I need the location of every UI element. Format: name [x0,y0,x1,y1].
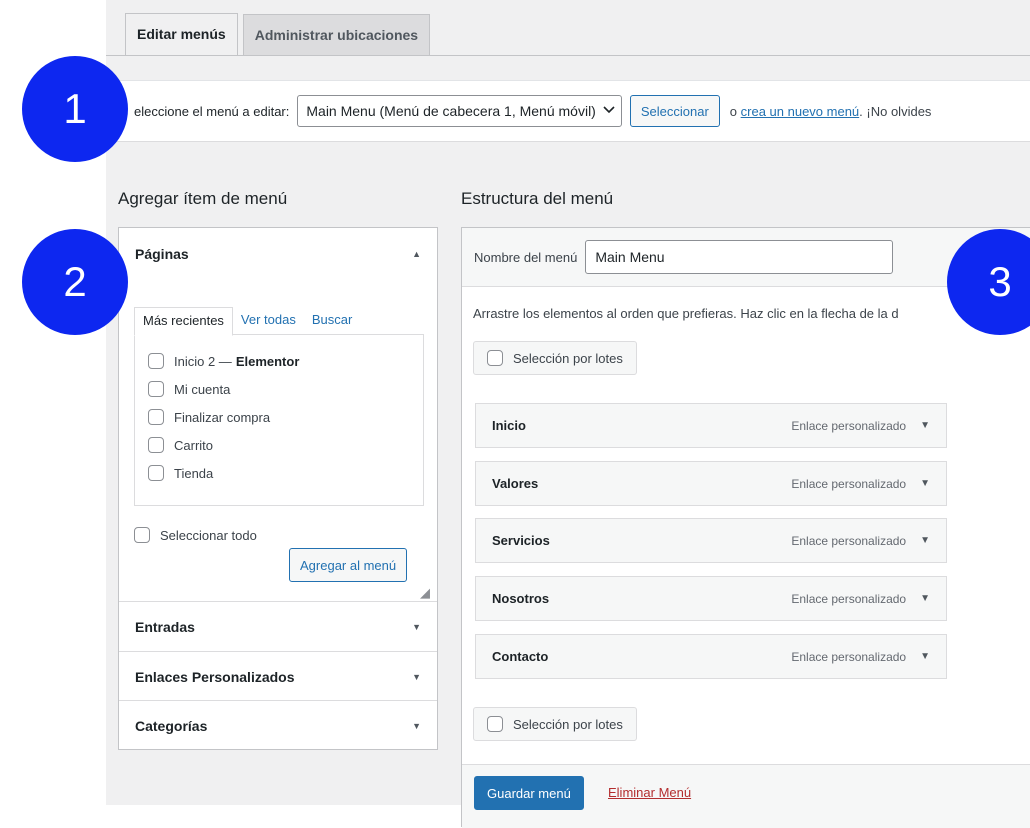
bulk-select-label: Selección por lotes [513,350,623,366]
menu-select-value: Main Menu (Menú de cabecera 1, Menú móvi… [306,103,596,119]
chevron-down-icon [603,105,615,117]
menu-item-title: Valores [492,476,539,491]
expand-arrow-icon[interactable]: ▼ [920,478,930,489]
arrow-down-icon: ▼ [412,671,421,682]
pages-subtabs: Más recientes Ver todas Buscar [134,307,360,336]
accordion-categories-title: Categorías [135,717,208,734]
menu-item-type: Enlace personalizado [791,591,907,606]
select-all-checkbox[interactable] [134,527,150,543]
tab-edit-menus[interactable]: Editar menús [125,13,238,56]
page-label: Mi cuenta [174,381,231,397]
tab-manage-locations[interactable]: Administrar ubicaciones [242,14,431,56]
page-checkbox[interactable] [148,353,164,369]
page-label: Carrito [174,437,214,453]
list-item[interactable]: Carrito [148,431,423,459]
create-menu-text: o crea un nuevo menú. ¡No olvides [730,104,932,119]
menu-name-bar: Nombre del menú Main Menu [462,228,1030,287]
list-item[interactable]: Tienda [148,459,423,487]
select-menu-button[interactable]: Seleccionar [629,95,720,127]
arrow-down-icon: ▼ [412,720,421,731]
callout-badge: 1 [22,56,128,162]
arrow-up-icon: ▲ [412,248,421,259]
dont-forget-text: . ¡No olvides [859,103,932,119]
tab-search[interactable]: Buscar [304,307,360,335]
menu-item-title: Nosotros [492,591,550,606]
menu-item-type: Enlace personalizado [791,649,907,664]
accordion-pages-header[interactable]: Páginas ▲ [119,228,437,279]
expand-arrow-icon[interactable]: ▼ [920,651,930,662]
page-checkbox[interactable] [148,437,164,453]
callout-badge: 2 [22,229,128,335]
accordion-custom-links-title: Enlaces Personalizados [135,668,295,685]
menu-name-label: Nombre del menú [474,249,578,265]
bulk-select-label: Selección por lotes [513,716,623,732]
add-to-menu-button[interactable]: Agregar al menú [289,548,408,582]
page-label: Finalizar compra [174,409,271,425]
add-items-accordion: Páginas ▲ Más recientes Ver todas Buscar… [118,227,438,750]
pages-checklist: Inicio 2 — Elementor Mi cuenta Finalizar… [134,334,424,506]
page-label: Tienda [174,465,214,481]
accordion-categories-header[interactable]: Categorías ▼ [119,700,437,750]
expand-arrow-icon[interactable]: ▼ [920,420,930,431]
accordion-posts-header[interactable]: Entradas ▼ [119,601,437,651]
tab-view-all[interactable]: Ver todas [233,307,304,335]
list-item[interactable]: Finalizar compra [148,403,423,431]
menu-select[interactable]: Main Menu (Menú de cabecera 1, Menú móvi… [297,95,622,127]
menu-item[interactable]: Contacto Enlace personalizado ▼ [475,634,947,679]
tab-most-recent[interactable]: Más recientes [134,307,233,336]
menu-item-type: Enlace personalizado [791,476,907,491]
bulk-select-bottom[interactable]: Selección por lotes [473,707,637,741]
arrow-down-icon: ▼ [412,621,421,632]
menu-item-title: Inicio [492,418,526,433]
menu-item[interactable]: Nosotros Enlace personalizado ▼ [475,576,947,621]
or-text: o [729,103,738,119]
nav-tabs: Editar menús Administrar ubicaciones [125,13,435,56]
tabs-divider [106,55,1030,56]
menu-name-input[interactable]: Main Menu [585,240,894,274]
add-menu-items-heading: Agregar ítem de menú [118,189,288,208]
menu-item-type: Enlace personalizado [791,533,907,548]
page-checkbox[interactable] [148,465,164,481]
list-item[interactable]: Inicio 2 — Elementor [148,347,423,375]
accordion-posts-title: Entradas [135,618,195,635]
bulk-select-checkbox[interactable] [487,350,503,366]
menu-item[interactable]: Valores Enlace personalizado ▼ [475,461,947,506]
drag-instructions: Arrastre los elementos al orden que pref… [473,306,899,321]
menu-item[interactable]: Inicio Enlace personalizado ▼ [475,403,947,448]
select-all-label: Seleccionar todo [160,527,257,543]
menu-structure-panel: Nombre del menú Main Menu Arrastre los e… [461,227,1030,828]
bulk-select-top[interactable]: Selección por lotes [473,341,637,375]
menu-item-type: Enlace personalizado [791,418,907,433]
page-label: Inicio 2 — [174,353,232,369]
menu-name-value: Main Menu [595,249,665,265]
menu-item-title: Contacto [492,649,549,664]
page-checkbox[interactable] [148,381,164,397]
accordion-pages-title: Páginas [135,245,189,262]
page-checkbox[interactable] [148,409,164,425]
select-all-control[interactable]: Seleccionar todo [134,527,257,543]
bulk-select-checkbox[interactable] [487,716,503,732]
list-item[interactable]: Mi cuenta [148,375,423,403]
create-new-menu-link[interactable]: crea un nuevo menú [741,104,860,119]
menu-structure-heading: Estructura del menú [461,189,614,208]
select-menu-label: eleccione el menú a editar: [134,103,290,119]
expand-arrow-icon[interactable]: ▼ [920,593,930,604]
delete-menu-link[interactable]: Eliminar Menú [608,785,691,800]
menu-item-title: Servicios [492,533,550,548]
accordion-custom-links-header[interactable]: Enlaces Personalizados ▼ [119,651,437,701]
menu-footer-bar: Guardar menú Eliminar Menú [462,764,1030,828]
page-label-suffix: Elementor [235,353,300,369]
menu-item[interactable]: Servicios Enlace personalizado ▼ [475,518,947,563]
expand-arrow-icon[interactable]: ▼ [920,535,930,546]
manage-menus-bar: eleccione el menú a editar: Main Menu (M… [106,80,1030,142]
resize-handle-icon[interactable]: ◢ [420,585,430,601]
